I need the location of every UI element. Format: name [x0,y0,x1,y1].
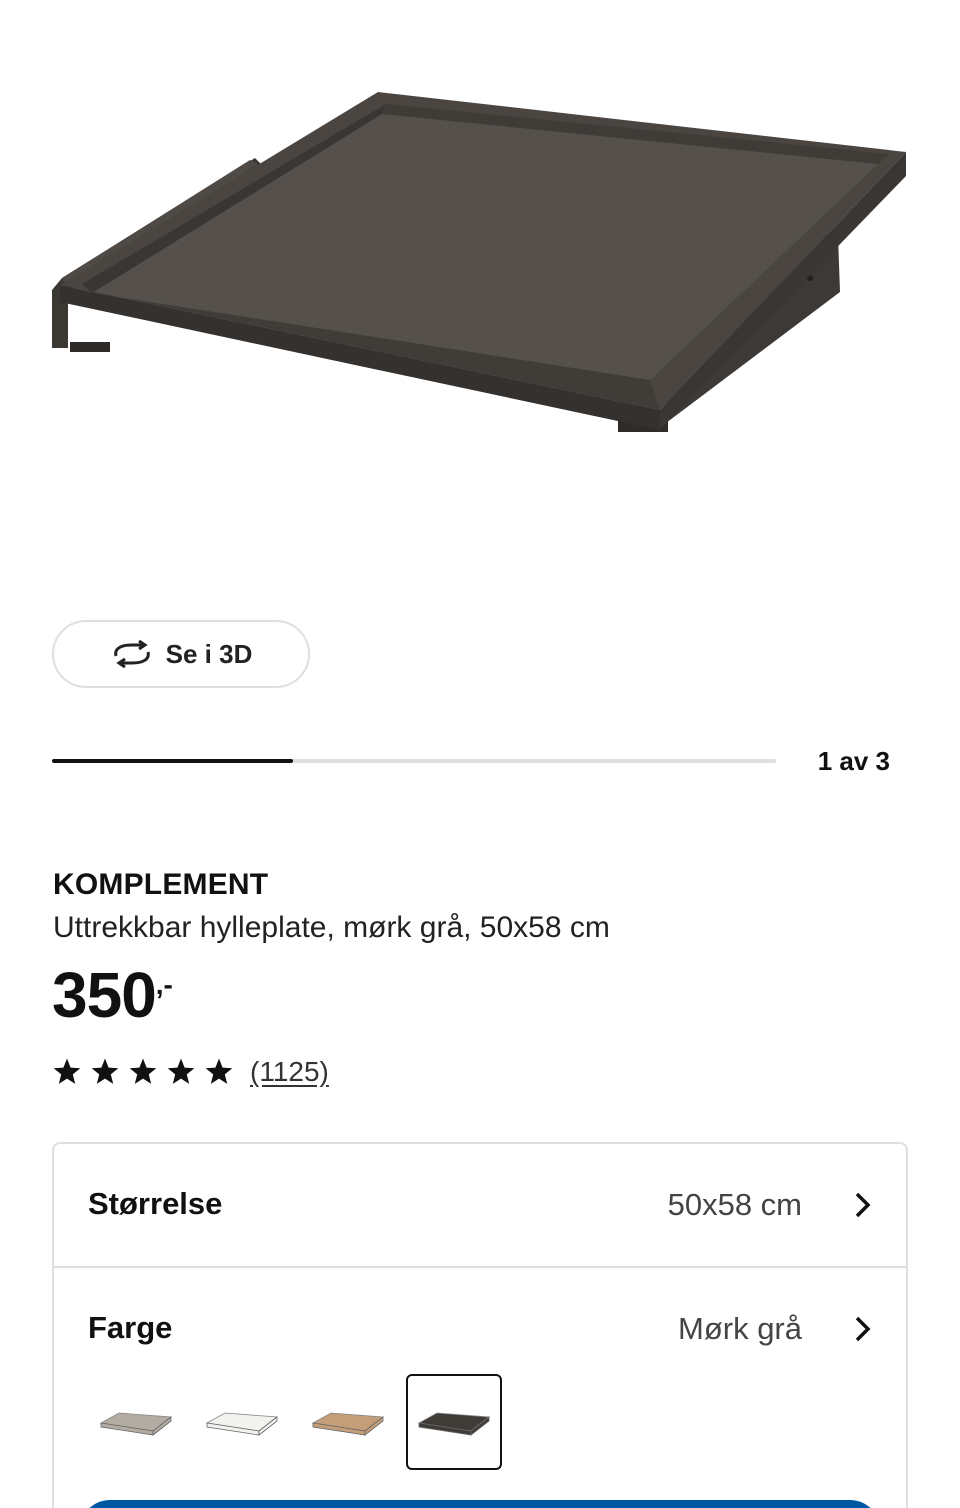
product-options-card: Størrelse 50x58 cm Farge Mørk grå [52,1142,908,1508]
product-page: Se i 3D 1 av 3 KOMPLEMENT Uttrekkbar hyl… [0,0,960,1508]
size-option-label: Størrelse [88,1186,223,1221]
carousel-progress-track[interactable] [52,759,776,763]
color-swatch-white-stained-oak[interactable] [300,1374,396,1470]
chevron-right-icon [855,1316,871,1342]
add-to-cart-button[interactable] [80,1500,880,1508]
swatch-thumbnail-icon [417,1412,491,1436]
view-in-3d-button[interactable]: Se i 3D [52,620,310,688]
rotate-3d-icon [113,640,150,668]
star-icon [129,1058,157,1084]
view-in-3d-label: Se i 3D [165,638,253,669]
rating-stars [52,1057,234,1087]
star-icon [205,1058,233,1084]
star-icon [91,1058,119,1084]
color-swatch-white[interactable] [194,1374,290,1470]
swatch-thumbnail-icon [311,1412,385,1436]
color-swatches [88,1374,502,1470]
size-option-row[interactable]: Størrelse 50x58 cm [54,1144,906,1268]
carousel-progress-fill [52,759,294,763]
product-image[interactable] [0,0,960,580]
price-suffix: ,- [155,969,173,1000]
color-option-value: Mørk grå [678,1311,802,1346]
review-count-link[interactable]: (1125) [250,1056,329,1088]
swatch-thumbnail-icon [99,1412,173,1436]
star-icon [53,1058,81,1084]
color-swatch-grey-beige[interactable] [88,1374,184,1470]
image-carousel-indicator: 1 av 3 [52,740,900,784]
color-swatch-dark-grey[interactable] [406,1374,502,1470]
swatch-thumbnail-icon [205,1412,279,1436]
product-name: KOMPLEMENT [53,868,269,901]
color-option-label: Farge [88,1310,173,1345]
star-icon [167,1058,195,1084]
chevron-right-icon [855,1192,871,1218]
carousel-counter: 1 av 3 [817,746,890,776]
price-amount: 350 [52,959,157,1031]
product-price: 350 ,- [52,960,173,1030]
product-rating[interactable]: (1125) [52,1052,329,1092]
size-option-value: 50x58 cm [667,1187,802,1222]
product-description: Uttrekkbar hylleplate, mørk grå, 50x58 c… [53,911,610,944]
color-option-row[interactable]: Farge Mørk grå [54,1268,906,1390]
